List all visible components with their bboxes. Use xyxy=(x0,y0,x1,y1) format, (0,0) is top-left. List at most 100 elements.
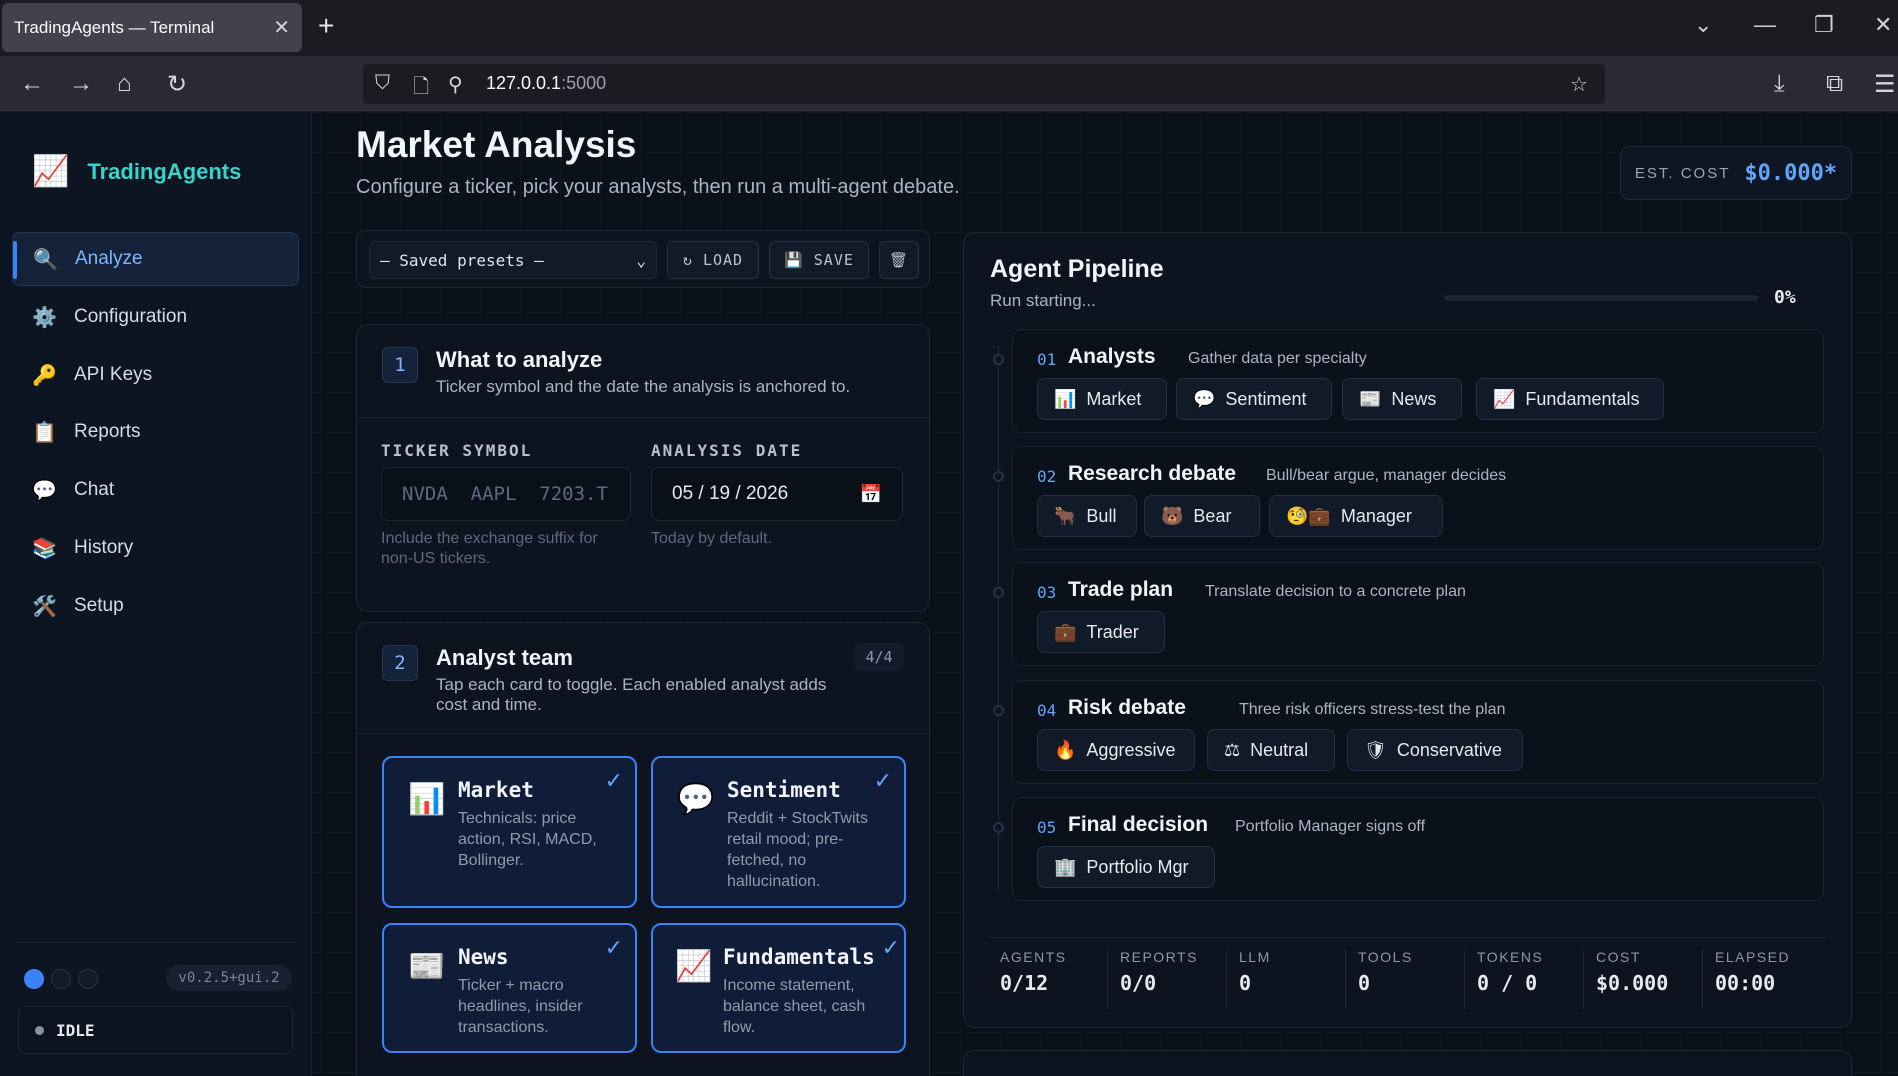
sidebar-item-analyze[interactable]: 🔍 Analyze xyxy=(12,232,299,286)
stage-description: Translate decision to a concrete plan xyxy=(1205,583,1466,600)
agent-label: Sentiment xyxy=(1225,388,1307,409)
sidebar-item-chat[interactable]: 💬 Chat xyxy=(12,463,299,517)
step-subtitle: Tap each card to toggle. Each enabled an… xyxy=(436,675,827,714)
menu-icon[interactable]: ☰ xyxy=(1874,70,1896,99)
permissions-icon[interactable]: ⚲ xyxy=(448,72,463,97)
browser-tab[interactable]: TradingAgents — Terminal ✕ xyxy=(2,3,302,52)
ticker-input[interactable]: NVDA AAPL 7203.T xyxy=(381,467,631,521)
bookmark-star-icon[interactable]: ☆ xyxy=(1570,72,1588,97)
chart-increasing-icon: 📈 xyxy=(32,155,70,188)
stat-label: TOOLS xyxy=(1358,949,1413,965)
window-close-icon[interactable]: ✕ xyxy=(1874,12,1892,38)
tools-icon: 🛠️ xyxy=(32,595,57,618)
date-label: ANALYSIS DATE xyxy=(651,441,803,460)
agent-label: Portfolio Mgr xyxy=(1086,856,1189,877)
forward-arrow-icon[interactable]: → xyxy=(69,70,93,98)
books-icon: 📚 xyxy=(32,537,57,560)
tab-list-chevron-icon[interactable]: ⌄ xyxy=(1694,12,1712,38)
agent-glyph-icon: 🧐💼 xyxy=(1286,505,1331,526)
step-subtitle: Ticker symbol and the date the analysis … xyxy=(436,377,851,396)
back-arrow-icon[interactable]: ← xyxy=(20,70,44,98)
agent-glyph-icon: ⚖ xyxy=(1224,739,1241,760)
divider xyxy=(988,937,1826,938)
pipeline-progress-bar xyxy=(1444,295,1758,301)
sidebar-item-api-keys[interactable]: 🔑 API Keys xyxy=(12,348,299,402)
agent-glyph-icon: 💬 xyxy=(1193,388,1216,409)
close-tab-icon[interactable]: ✕ xyxy=(273,15,290,40)
address-bar[interactable]: ⛉ 🗋 ⚲ 127.0.0.1:5000 ☆ xyxy=(363,64,1605,104)
analyst-card-news[interactable]: 📰 News Ticker + macro headlines, insider… xyxy=(382,923,637,1053)
divider xyxy=(357,733,929,734)
stage-number: 04 xyxy=(1037,701,1057,720)
home-icon[interactable]: ⌂ xyxy=(117,70,132,98)
version-badge: v0.2.5+gui.2 xyxy=(166,965,292,991)
analyst-card-sentiment[interactable]: 💬 Sentiment Reddit + StockTwits retail m… xyxy=(651,756,906,908)
sidebar-item-reports[interactable]: 📋 Reports xyxy=(12,405,299,459)
preset-select[interactable]: — Saved presets — ⌄ xyxy=(369,241,657,279)
analyst-card-fundamentals[interactable]: 📈 Fundamentals Income statement, balance… xyxy=(651,923,906,1053)
checkmark-icon: ✓ xyxy=(881,935,900,960)
presets-bar: — Saved presets — ⌄ ↻ LOAD 💾 SAVE 🗑 xyxy=(356,230,930,288)
reload-icon[interactable]: ↻ xyxy=(167,70,187,99)
agent-label: Manager xyxy=(1340,505,1412,526)
date-input[interactable]: 05 / 19 / 2026 📅 xyxy=(651,467,903,521)
agent-pipeline: Agent Pipeline Run starting... 0% 01 Anal… xyxy=(963,232,1852,1028)
sidebar-item-setup[interactable]: 🛠️ Setup xyxy=(12,579,299,633)
agent-chip-aggressive: 🔥 Aggressive xyxy=(1037,729,1195,771)
stat-elapsed: ELAPSED 00:00 xyxy=(1702,949,1790,1009)
stat-value: 0 xyxy=(1358,971,1371,995)
theme-dot-3[interactable] xyxy=(78,969,98,989)
theme-dot-2[interactable] xyxy=(51,969,71,989)
stage-number: 05 xyxy=(1037,818,1057,837)
sidebar-item-history[interactable]: 📚 History xyxy=(12,521,299,575)
theme-dot-blue[interactable] xyxy=(24,969,44,989)
stat-tokens: TOKENS 0 / 0 xyxy=(1464,949,1543,1009)
clipboard-icon: 📋 xyxy=(32,421,57,444)
page-subtitle: Configure a ticker, pick your analysts, … xyxy=(356,176,960,198)
load-preset-button[interactable]: ↻ LOAD xyxy=(667,241,759,279)
analyst-card-market[interactable]: 📊 Market Technicals: price action, RSI, … xyxy=(382,756,637,908)
stat-cost: COST $0.000 xyxy=(1583,949,1668,1009)
bar-chart-icon: 📊 xyxy=(408,783,446,816)
agent-chip-fundamentals: 📈 Fundamentals xyxy=(1476,378,1664,420)
restore-icon[interactable]: ❐ xyxy=(1814,12,1834,38)
stage-number: 03 xyxy=(1037,583,1057,602)
agent-glyph-icon: 🐻 xyxy=(1161,505,1184,526)
stage-description: Portfolio Manager signs off xyxy=(1235,818,1426,835)
stat-label: AGENTS xyxy=(1000,949,1067,965)
browser-nav-bar: ← → ⌂ ↻ ⛉ 🗋 ⚲ 127.0.0.1:5000 ☆ ⤓ ⧉ ☰ xyxy=(0,56,1898,112)
stage-title: Risk debate xyxy=(1068,696,1186,719)
step-number: 2 xyxy=(382,645,418,681)
floppy-disk-icon: 💾 xyxy=(784,251,804,269)
stage-number: 01 xyxy=(1037,350,1057,369)
reload-icon: ↻ xyxy=(682,251,693,269)
stage-dot xyxy=(993,471,1004,482)
stage-title: Analysts xyxy=(1068,345,1156,368)
agent-glyph-icon: 🐂 xyxy=(1054,505,1077,526)
agent-label: Conservative xyxy=(1396,739,1502,760)
delete-preset-button[interactable]: 🗑 xyxy=(879,241,919,279)
stage-description: Gather data per specialty xyxy=(1188,350,1367,367)
download-icon[interactable]: ⤓ xyxy=(1774,70,1785,98)
agent-label: Bear xyxy=(1193,505,1232,526)
gear-icon: ⚙️ xyxy=(32,306,57,329)
app: 📈 TradingAgents 🔍 Analyze ⚙️ Configuration… xyxy=(0,112,1898,1076)
save-preset-button[interactable]: 💾 SAVE xyxy=(769,241,869,279)
speech-bubble-icon: 💬 xyxy=(677,783,715,816)
step-what-to-analyze: 1 What to analyze Ticker symbol and the … xyxy=(356,324,930,612)
new-tab-icon[interactable]: + xyxy=(318,10,334,42)
estimated-cost-badge: EST. COST $0.000* xyxy=(1620,146,1852,200)
agent-chip-neutral: ⚖ Neutral xyxy=(1207,729,1335,771)
pipeline-status: Run starting... xyxy=(990,291,1096,310)
calendar-icon[interactable]: 📅 xyxy=(860,484,882,505)
shield-icon[interactable]: ⛉ xyxy=(375,72,390,95)
sidebar-item-configuration[interactable]: ⚙️ Configuration xyxy=(12,290,299,344)
agent-glyph-icon: 💼 xyxy=(1054,621,1077,642)
stat-agents: AGENTS 0/12 xyxy=(988,949,1067,1009)
key-icon: 🔑 xyxy=(32,364,57,387)
extensions-icon[interactable]: ⧉ xyxy=(1826,70,1843,98)
stat-value: 0/0 xyxy=(1120,971,1157,995)
sidebar: 📈 TradingAgents 🔍 Analyze ⚙️ Configuration… xyxy=(0,112,312,1076)
brand[interactable]: 📈 TradingAgents xyxy=(32,154,241,189)
minimize-icon[interactable]: — xyxy=(1754,12,1776,38)
